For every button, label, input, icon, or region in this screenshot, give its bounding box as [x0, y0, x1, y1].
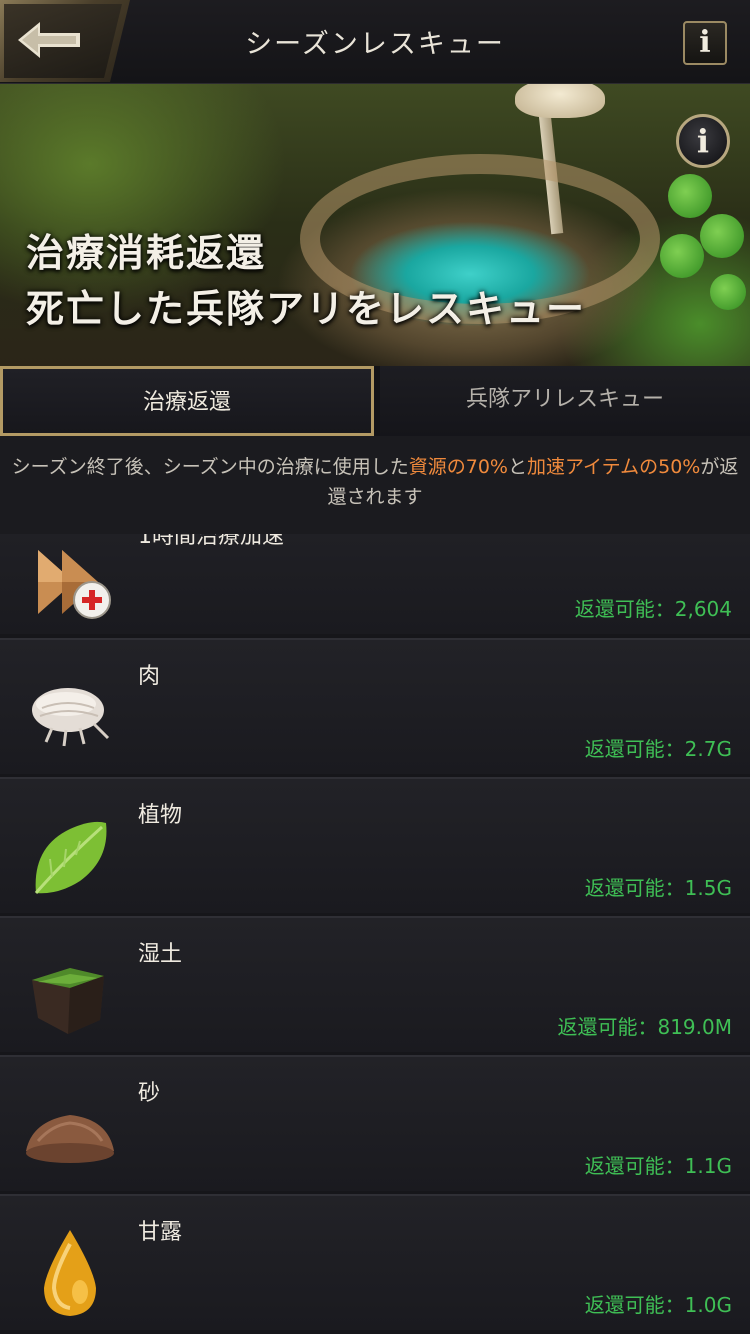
- item-name: 1時間治療加速: [138, 534, 284, 549]
- page-title: シーズンレスキュー: [245, 29, 505, 60]
- banner-headline-2: 死亡した兵隊アリをレスキュー: [26, 287, 587, 331]
- refundable-amount: 返還可能：2.7G: [584, 737, 732, 761]
- list-item: 肉 返還可能：2.7G: [0, 638, 750, 774]
- list-item: 1時間治療加速 返還可能：2,604: [0, 534, 750, 634]
- tab-bar: 治療返還 兵隊アリレスキュー: [0, 366, 750, 436]
- clover-art: [668, 174, 712, 218]
- info-icon[interactable]: i: [683, 21, 727, 65]
- clover-art: [700, 214, 744, 258]
- list-item: 植物 返還可能：1.5G: [0, 777, 750, 913]
- heal-speedup-icon: [38, 550, 111, 619]
- tab-heal-refund[interactable]: 治療返還: [0, 366, 374, 436]
- list-item: 湿土 返還可能：819.0M: [0, 916, 750, 1052]
- clover-art: [660, 234, 704, 278]
- description-text: シーズン終了後、シーズン中の治療に使用した: [11, 456, 409, 478]
- top-bar: シーズンレスキュー i: [0, 0, 750, 84]
- description-text: と: [507, 456, 527, 478]
- tab-soldier-rescue[interactable]: 兵隊アリレスキュー: [380, 366, 750, 436]
- description-highlight-speedups: 加速アイテムの50%: [527, 456, 701, 478]
- sand-icon: [26, 1115, 114, 1163]
- item-name: 砂: [138, 1081, 161, 1106]
- refund-list: 1時間治療加速 返還可能：2,604 肉 返還可能：2.7G 植物 返還可能：1…: [0, 534, 750, 1334]
- item-name: 湿土: [138, 942, 183, 967]
- item-name: 肉: [138, 664, 161, 689]
- honeydew-drop-icon: [44, 1230, 96, 1316]
- event-banner: 治療消耗返還 死亡した兵隊アリをレスキュー i: [0, 84, 750, 366]
- refundable-amount: 返還可能：2,604: [574, 597, 732, 621]
- refundable-amount: 返還可能：1.0G: [584, 1293, 732, 1317]
- item-name: 甘露: [138, 1220, 183, 1245]
- refundable-amount: 返還可能：1.5G: [584, 876, 732, 900]
- clover-art: [710, 274, 746, 310]
- leaf-icon: [34, 821, 107, 894]
- list-item: 砂 返還可能：1.1G: [0, 1055, 750, 1191]
- description-highlight-resources: 資源の70%: [408, 456, 508, 478]
- refundable-amount: 返還可能：1.1G: [584, 1154, 732, 1178]
- item-name: 植物: [138, 803, 183, 828]
- banner-headline-1: 治療消耗返還: [26, 231, 267, 275]
- refundable-amount: 返還可能：819.0M: [557, 1015, 732, 1039]
- banner-info-icon[interactable]: i: [676, 114, 730, 168]
- mushroom-art: [515, 84, 605, 118]
- list-item: 甘露 返還可能：1.0G: [0, 1194, 750, 1330]
- meat-larva-icon: [32, 688, 110, 747]
- refund-description: シーズン終了後、シーズン中の治療に使用した資源の70%と加速アイテムの50%が返…: [0, 436, 750, 534]
- wet-soil-icon: [32, 968, 104, 1034]
